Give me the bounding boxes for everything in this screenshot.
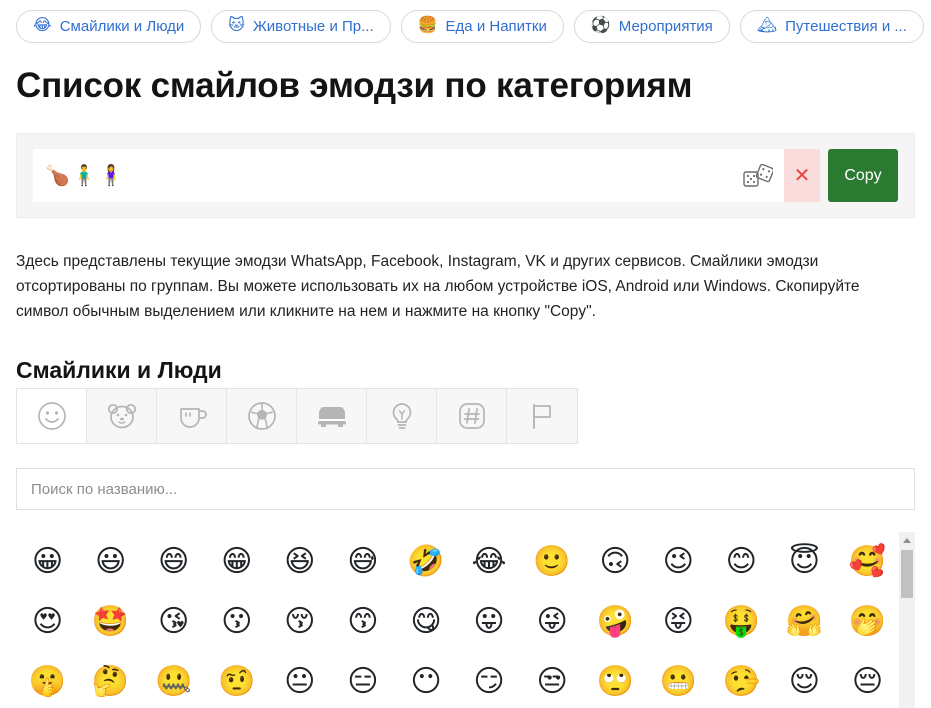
emoji-cell[interactable]: 🤗 (786, 607, 823, 637)
emoji-cell[interactable]: 😇 (789, 547, 820, 577)
tab-activities[interactable]: ⚽ Мероприятия (573, 9, 730, 43)
emoji-cell[interactable]: 🤪 (596, 607, 633, 637)
description-text: Здесь представлены текущие эмодзи WhatsA… (16, 252, 860, 320)
emoji-cell[interactable]: 🤔 (92, 667, 129, 697)
bear-face-icon (106, 400, 138, 432)
scrollbar-thumb[interactable] (901, 550, 913, 598)
face-with-tears-of-joy-icon: 😂 (33, 17, 52, 34)
tab-label: Животные и Пр... (252, 17, 374, 35)
emoji-list-page: 😂 Смайлики и Люди 🐱 Животные и Пр... 🍔 Е… (0, 0, 931, 708)
emoji-cell[interactable]: 🤭 (849, 607, 886, 637)
emoji-cell[interactable]: 😔 (852, 667, 883, 697)
smiley-face-icon (36, 400, 68, 432)
emoji-cell[interactable]: 🤨 (218, 667, 255, 697)
emoji-cell[interactable]: 😅 (347, 547, 378, 577)
hamburger-icon: 🍔 (417, 17, 438, 34)
tab-food-and-drink[interactable]: 🍔 Еда и Напитки (400, 9, 564, 43)
emoji-cell[interactable]: 🤐 (155, 667, 192, 697)
emoji-cell[interactable]: 😋 (410, 607, 441, 637)
emoji-grid-wrapper: 😀 😃 😄 😁 😆 😅 🤣 😂 🙂 🙃 😉 😊 😇 🥰 😍 🤩 😘 😗 😚 😙 😋 😛 😜 🤪 😝 🤑 🤗 🤭 🤫 🤔 🤐 🤨 😐 😑 😶 😏 😒 🙄 😬 🤥… (16, 528, 915, 708)
copy-button[interactable]: Copy (828, 149, 898, 202)
emoji-cell[interactable]: 😝 (663, 607, 694, 637)
lightbulb-icon (386, 400, 418, 432)
emoji-cell[interactable]: 😄 (158, 547, 189, 577)
car-icon (315, 400, 349, 432)
emoji-cell[interactable]: 🙂 (533, 547, 570, 577)
soccer-ball-icon: ⚽ (590, 17, 611, 34)
emoji-cell[interactable]: 😛 (473, 607, 504, 637)
emoji-cell[interactable]: 😂 (472, 547, 507, 577)
emoji-cell[interactable]: 😉 (663, 547, 694, 577)
selected-emoji-input[interactable]: 🍗🧍‍♂️🧍‍♀️ (33, 149, 732, 202)
category-icon-smileys[interactable] (17, 389, 87, 443)
emoji-cell[interactable]: 😌 (789, 667, 820, 697)
emoji-copy-bar: 🍗🧍‍♂️🧍‍♀️ (16, 133, 915, 218)
emoji-cell[interactable]: 😑 (347, 667, 378, 697)
category-icon-symbols[interactable] (437, 389, 507, 443)
emoji-cell[interactable]: 🥰 (849, 547, 886, 577)
emoji-cell[interactable]: 🙄 (596, 667, 633, 697)
emoji-cell[interactable]: 🤫 (29, 667, 66, 697)
emoji-cell[interactable]: 🤩 (92, 607, 129, 637)
flag-icon (526, 400, 558, 432)
soccer-ball-icon (246, 400, 278, 432)
category-icon-row[interactable] (16, 388, 578, 444)
hash-symbol-icon (456, 400, 488, 432)
tab-label: Еда и Напитки (445, 17, 547, 35)
category-icon-animals[interactable] (87, 389, 157, 443)
emoji-cell[interactable]: 😊 (726, 547, 757, 577)
emoji-cell[interactable]: 🙃 (600, 547, 631, 577)
mountain-icon: 🏔 (756, 17, 778, 34)
emoji-cell[interactable]: 😀 (32, 547, 63, 577)
category-icon-objects[interactable] (367, 389, 437, 443)
emoji-grid-scrollbar[interactable] (899, 532, 915, 708)
category-icon-activities[interactable] (227, 389, 297, 443)
emoji-cell[interactable]: 😏 (473, 667, 504, 697)
emoji-cell[interactable]: 🤣 (407, 547, 444, 577)
chevron-up-icon[interactable] (899, 532, 915, 548)
close-x-icon: ✕ (793, 165, 811, 187)
chevron-up-arrow (903, 537, 911, 543)
emoji-cell[interactable]: 🤑 (723, 607, 760, 637)
emoji-cell[interactable]: 😒 (536, 667, 567, 697)
emoji-cell[interactable]: 😬 (660, 667, 697, 697)
cat-face-icon: 🐱 (228, 17, 245, 34)
emoji-cell[interactable]: 😗 (221, 607, 252, 637)
random-emoji-button[interactable] (732, 149, 784, 202)
emoji-cell[interactable]: 😘 (158, 607, 189, 637)
tab-label: Путешествия и ... (785, 17, 907, 35)
tab-travel-and-places[interactable]: 🏔 Путешествия и ... (739, 9, 924, 43)
copy-bar-inner: 🍗🧍‍♂️🧍‍♀️ (33, 149, 898, 202)
emoji-cell[interactable]: 😙 (347, 607, 378, 637)
tab-smileys-and-people[interactable]: 😂 Смайлики и Люди (16, 9, 202, 43)
emoji-cell[interactable]: 😜 (536, 607, 567, 637)
emoji-cell[interactable]: 😶 (410, 667, 441, 697)
section-title: Смайлики и Люди (16, 357, 222, 384)
emoji-cell[interactable]: 😁 (221, 547, 252, 577)
category-icon-travel[interactable] (297, 389, 367, 443)
emoji-cell[interactable]: 😆 (284, 547, 315, 577)
tab-label: Смайлики и Люди (59, 17, 185, 35)
clear-input-button[interactable]: ✕ (784, 149, 820, 202)
category-tab-strip[interactable]: 😂 Смайлики и Люди 🐱 Животные и Пр... 🍔 Е… (0, 0, 931, 48)
emoji-cell[interactable]: 😚 (284, 607, 315, 637)
emoji-grid[interactable]: 😀 😃 😄 😁 😆 😅 🤣 😂 🙂 🙃 😉 😊 😇 🥰 😍 🤩 😘 😗 😚 😙 😋 😛 😜 🤪 😝 🤑 🤗 🤭 🤫 🤔 🤐 🤨 😐 😑 😶 😏 😒 🙄 😬 🤥… (16, 528, 899, 708)
emoji-cell[interactable]: 🤥 (723, 667, 760, 697)
category-icon-food[interactable] (157, 389, 227, 443)
tab-label: Мероприятия (618, 17, 713, 35)
emoji-cell[interactable]: 😃 (95, 547, 126, 577)
page-title: Список смайлов эмодзи по категориям (16, 66, 693, 105)
search-input[interactable] (16, 468, 915, 510)
cup-icon (176, 400, 208, 432)
tab-animals-and-nature[interactable]: 🐱 Животные и Пр... (211, 9, 391, 43)
category-icon-flags[interactable] (507, 389, 577, 443)
emoji-cell[interactable]: 😐 (284, 667, 315, 697)
emoji-cell[interactable]: 😍 (32, 607, 63, 637)
